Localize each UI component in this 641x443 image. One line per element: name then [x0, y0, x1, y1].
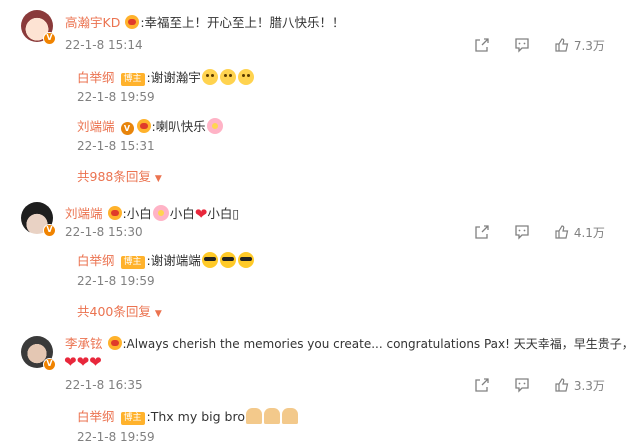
fan-badge-icon	[107, 206, 122, 220]
comment-icon	[515, 38, 529, 53]
verified-icon: V	[120, 122, 134, 135]
caret-down-icon: ▼	[154, 174, 162, 184]
reply-button[interactable]	[514, 224, 530, 242]
comment-text: :幸福至上！开心至上！腊八快乐！！	[140, 15, 345, 30]
heart-icon: ❤	[64, 353, 77, 371]
author-badge: 博主	[120, 73, 145, 86]
comment-text-part: :小白	[122, 206, 152, 221]
reply-button[interactable]	[514, 377, 530, 395]
comment-item: V 高瀚宇KD :幸福至上！开心至上！腊八快乐！！ 22-1-8 15:14 7…	[0, 0, 641, 190]
reply-time: 22-1-8 19:59	[77, 90, 155, 104]
reply-username[interactable]: 刘端端	[77, 119, 115, 134]
like-button[interactable]: 7.3万	[554, 37, 605, 55]
like-count: 4.1万	[573, 226, 605, 240]
reply-text: :谢谢瀚宇	[146, 70, 201, 85]
avatar[interactable]: V	[21, 10, 56, 45]
comment-username[interactable]: 李承铉	[65, 336, 103, 351]
fan-badge-icon	[107, 336, 122, 350]
like-count: 7.3万	[573, 39, 605, 53]
share-icon	[475, 225, 489, 239]
reply-button[interactable]	[514, 37, 530, 55]
comment-text: :Always cherish the memories you create.…	[122, 337, 634, 351]
like-count: 3.3万	[573, 379, 605, 393]
comment-item: V 刘端端 :小白 小白❤小白▯ 22-1-8 15:30 4.1万 白举纲 博主…	[0, 190, 641, 320]
comment-time: 22-1-8 15:14	[65, 38, 143, 52]
share-icon	[475, 38, 489, 52]
like-icon	[555, 378, 569, 392]
sunglasses-emoji-icon	[219, 252, 236, 268]
comment-text-part: 小白	[169, 206, 195, 221]
like-icon	[555, 225, 569, 239]
author-badge: 博主	[120, 256, 145, 269]
comment-text-part: 小白▯	[207, 206, 240, 221]
comment-icon	[515, 378, 529, 393]
more-replies-link[interactable]: 共400条回复 ▼	[77, 301, 162, 320]
like-button[interactable]: 3.3万	[554, 377, 605, 395]
hands-emoji-icon	[281, 408, 298, 424]
reply-username[interactable]: 白举纲	[77, 253, 115, 268]
reply-text: :Thx my big bro	[146, 409, 245, 424]
author-badge: 博主	[120, 412, 145, 425]
heart-icon: ❤	[194, 205, 208, 223]
comment-icon	[515, 225, 529, 240]
more-replies-label: 共988条回复	[77, 169, 151, 184]
fan-badge-icon	[136, 119, 151, 133]
reply-time: 22-1-8 15:31	[77, 139, 155, 153]
verified-icon: V	[43, 224, 56, 237]
comment-username[interactable]: 高瀚宇KD	[65, 15, 120, 30]
share-button[interactable]	[474, 377, 490, 395]
share-button[interactable]	[474, 37, 490, 55]
reply-time: 22-1-8 19:59	[77, 274, 155, 288]
cat-emoji-icon	[237, 69, 254, 85]
cat-emoji-icon	[219, 69, 236, 85]
heart-icon: ❤	[89, 353, 102, 371]
reply-text: :喇叭快乐	[151, 119, 206, 134]
flower-emoji-icon	[152, 205, 169, 221]
caret-down-icon: ▼	[154, 309, 162, 319]
cat-emoji-icon	[201, 69, 218, 85]
share-button[interactable]	[474, 224, 490, 242]
heart-icon: ❤	[76, 353, 90, 371]
sunglasses-emoji-icon	[237, 252, 254, 268]
more-replies-link[interactable]: 共988条回复 ▼	[77, 166, 162, 185]
more-replies-label: 共400条回复	[77, 304, 151, 319]
comment-item: V 李承铉 :Always cherish the memories you c…	[0, 320, 641, 443]
hands-emoji-icon	[245, 408, 262, 424]
like-icon	[555, 38, 569, 52]
verified-icon: V	[43, 32, 56, 45]
flower-emoji-icon	[206, 118, 223, 134]
like-button[interactable]: 4.1万	[554, 224, 605, 242]
reply-text: :谢谢端端	[146, 253, 201, 268]
reply-username[interactable]: 白举纲	[77, 70, 115, 85]
share-icon	[475, 378, 489, 392]
comment-time: 22-1-8 15:30	[65, 225, 143, 239]
hands-emoji-icon	[263, 408, 280, 424]
fan-badge-icon	[125, 15, 140, 29]
avatar[interactable]: V	[21, 202, 56, 237]
comment-username[interactable]: 刘端端	[65, 206, 103, 221]
sunglasses-emoji-icon	[201, 252, 218, 268]
reply-username[interactable]: 白举纲	[77, 409, 115, 424]
avatar[interactable]: V	[21, 336, 56, 371]
reply-time: 22-1-8 19:59	[77, 430, 155, 443]
comment-time: 22-1-8 16:35	[65, 378, 143, 392]
verified-icon: V	[43, 358, 56, 371]
